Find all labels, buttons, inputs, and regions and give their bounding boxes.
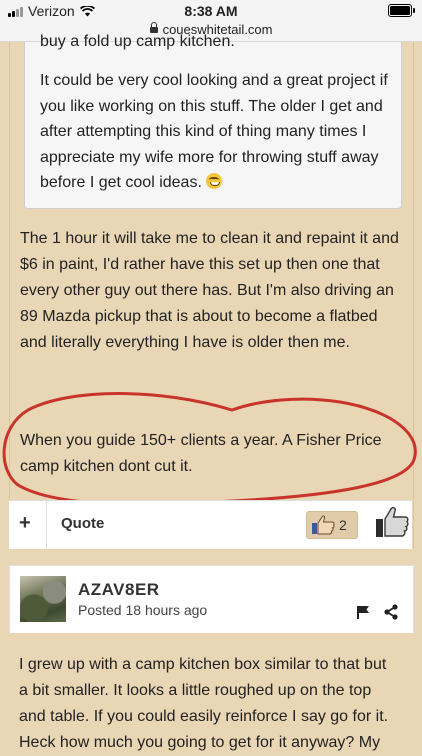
share-icon[interactable] [384, 604, 398, 620]
thumbs-up-icon[interactable] [375, 505, 409, 539]
quote-button[interactable]: Quote [61, 515, 104, 532]
flag-icon[interactable] [356, 605, 370, 619]
post-card: AZAV8ER Posted 18 hours ago I grew up wi… [9, 565, 414, 751]
post-paragraph: I grew up with a camp kitchen box simila… [19, 656, 389, 751]
post-header: AZAV8ER Posted 18 hours ago [9, 565, 414, 633]
divider [46, 501, 47, 549]
reaction-count: 2 [339, 517, 347, 533]
reaction-summary[interactable]: 2 [306, 511, 358, 539]
username[interactable]: AZAV8ER [78, 580, 160, 600]
red-circle-annotation [2, 392, 417, 506]
post-action-bar: + Quote 2 [9, 500, 412, 549]
multiquote-button[interactable]: + [19, 512, 31, 535]
thumbs-up-icon [312, 515, 335, 535]
avatar[interactable] [20, 576, 66, 622]
post-timestamp[interactable]: Posted 18 hours ago [78, 602, 207, 618]
